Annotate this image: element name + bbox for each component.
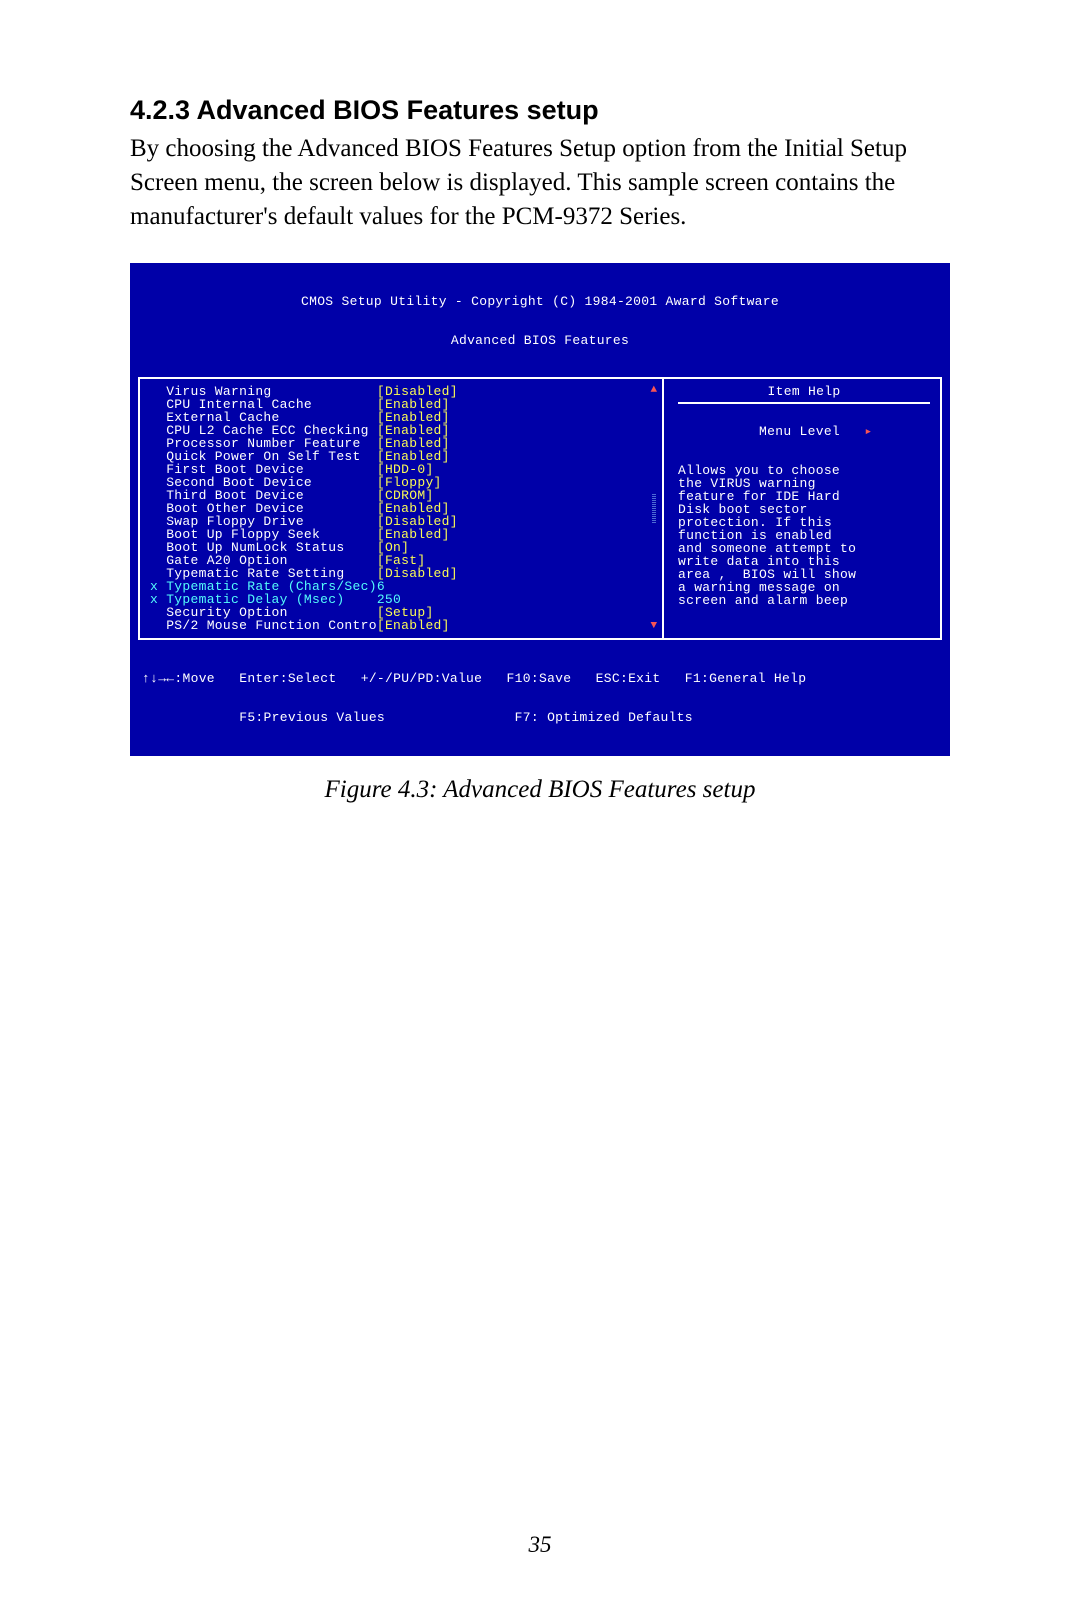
footer-line1: ↑↓→←:Move Enter:Select +/-/PU/PD:Value F…: [142, 672, 938, 685]
bios-help-panel: Item Help Menu Level ▸ Allows you to cho…: [662, 377, 942, 640]
setting-value[interactable]: [Enabled]: [377, 618, 450, 633]
section-heading: 4.2.3 Advanced BIOS Features setup: [130, 95, 950, 126]
bios-title-line1: CMOS Setup Utility - Copyright (C) 1984-…: [130, 295, 950, 308]
bios-settings-panel: Virus Warning [Disabled] CPU Internal Ca…: [138, 377, 662, 640]
setting-label: PS/2 Mouse Function Contro: [150, 618, 377, 633]
bios-scrollbar[interactable]: ▲ ▼: [650, 385, 658, 632]
bios-title-line2: Advanced BIOS Features: [130, 334, 950, 347]
chevron-right-icon: ▸: [864, 424, 872, 439]
body-paragraph: By choosing the Advanced BIOS Features S…: [130, 132, 950, 233]
figure-caption: Figure 4.3: Advanced BIOS Features setup: [130, 776, 950, 804]
help-title: Item Help: [678, 385, 930, 404]
bios-title: CMOS Setup Utility - Copyright (C) 1984-…: [130, 267, 950, 377]
scroll-down-icon[interactable]: ▼: [651, 621, 658, 632]
help-text-line: screen and alarm beep: [678, 594, 930, 607]
bios-screenshot: CMOS Setup Utility - Copyright (C) 1984-…: [130, 263, 950, 756]
bios-footer: ↑↓→←:Move Enter:Select +/-/PU/PD:Value F…: [130, 640, 950, 752]
help-menu-level: Menu Level ▸: [678, 412, 930, 451]
page-number: 35: [0, 1532, 1080, 1558]
bios-setting-row[interactable]: PS/2 Mouse Function Contro[Enabled]: [150, 619, 658, 632]
scroll-up-icon[interactable]: ▲: [651, 385, 658, 396]
footer-line2: F5:Previous Values F7: Optimized Default…: [142, 711, 938, 724]
setting-value[interactable]: [Disabled]: [377, 566, 458, 581]
